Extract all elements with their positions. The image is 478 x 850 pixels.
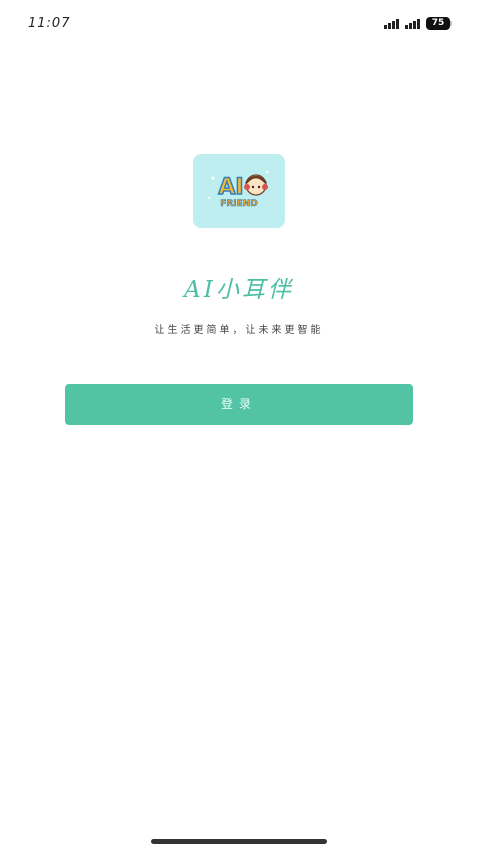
signal-icon-secondary: [405, 18, 420, 29]
home-indicator[interactable]: [151, 839, 327, 844]
app-title: AI小耳伴: [184, 277, 294, 303]
logo-sub-text: FRIEND: [220, 199, 258, 209]
battery-icon: 75: [426, 17, 452, 30]
ai-friend-logo-icon: AI FRIEND: [208, 170, 269, 209]
app-slogan: 让生活更简单，让未来更智能: [154, 325, 324, 336]
status-time: 11:07: [28, 16, 71, 31]
status-indicators: 75: [384, 17, 452, 30]
logo-main-text: AI: [218, 175, 243, 200]
signal-icon: [384, 18, 399, 29]
login-button[interactable]: 登录: [65, 384, 413, 425]
status-bar: 11:07 75: [0, 0, 478, 48]
app-logo: AI FRIEND: [193, 154, 285, 228]
battery-level: 75: [426, 17, 450, 30]
